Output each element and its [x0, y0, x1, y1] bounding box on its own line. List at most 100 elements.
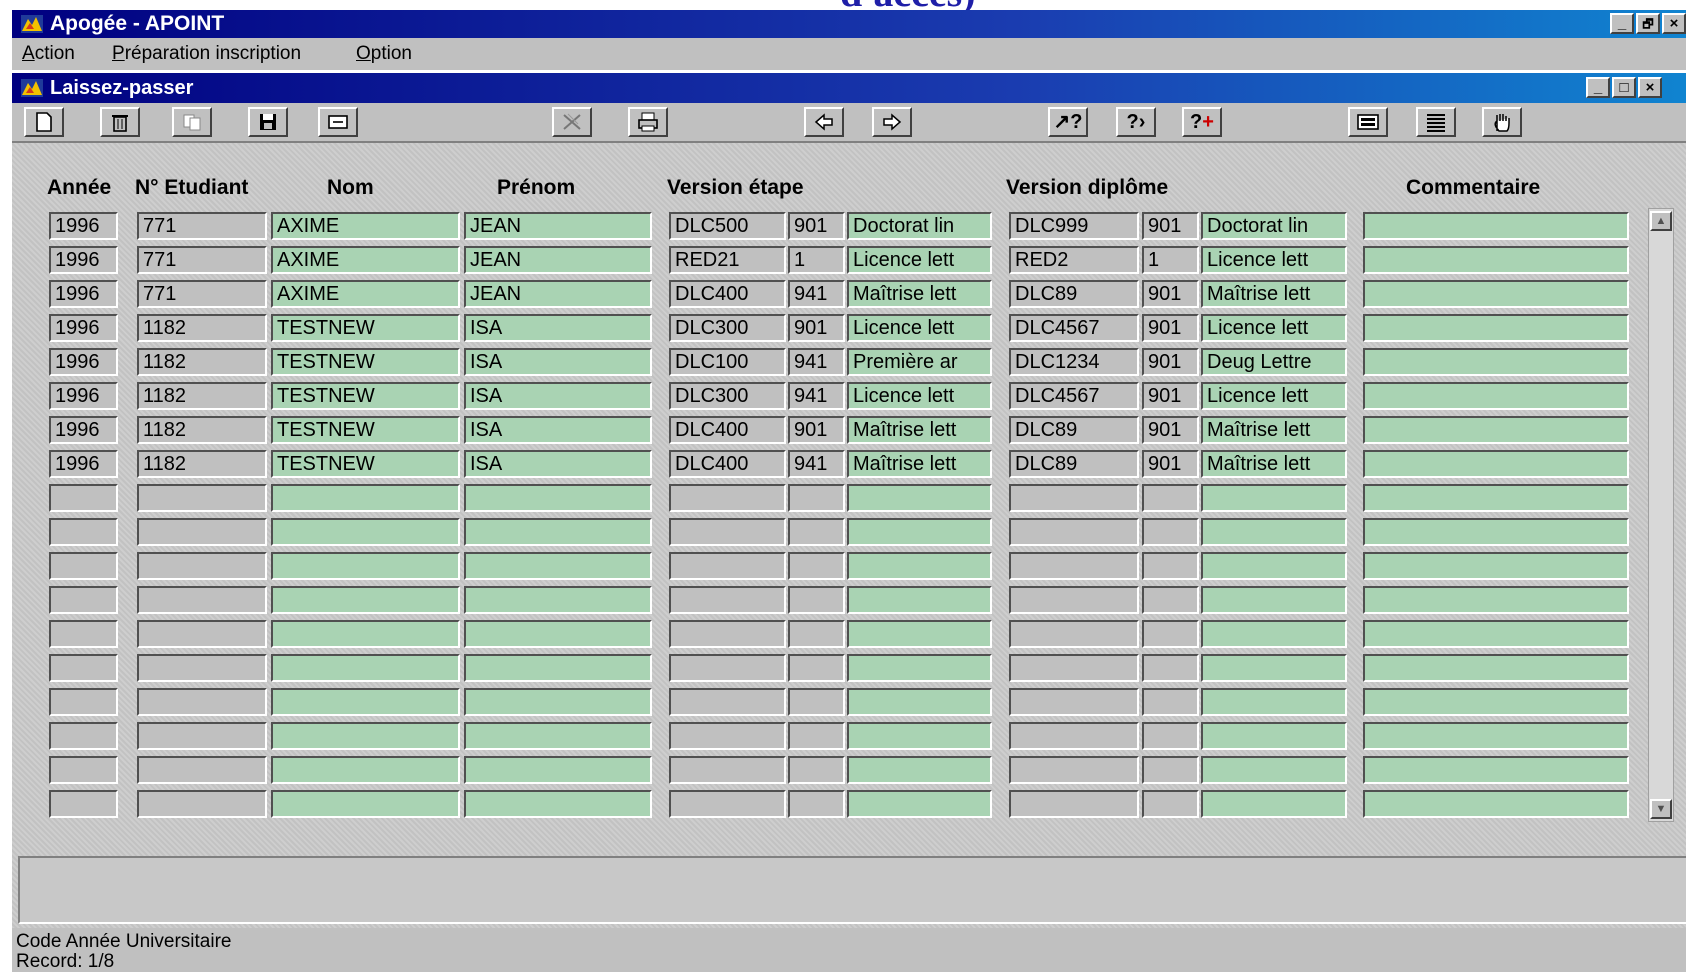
cell-prenom[interactable]: JEAN: [464, 246, 652, 274]
cell-etape-code[interactable]: [669, 518, 786, 546]
cell-diplome-version[interactable]: [1142, 756, 1199, 784]
cell-num-etudiant[interactable]: [137, 518, 267, 546]
cell-nom[interactable]: TESTNEW: [271, 348, 460, 376]
cell-etape-libelle[interactable]: [847, 654, 992, 682]
cell-diplome-libelle[interactable]: [1201, 790, 1347, 818]
cell-etape-version[interactable]: 901: [788, 416, 845, 444]
cell-diplome-version[interactable]: [1142, 620, 1199, 648]
cell-prenom[interactable]: ISA: [464, 450, 652, 478]
cell-prenom[interactable]: ISA: [464, 314, 652, 342]
cell-diplome-version[interactable]: [1142, 484, 1199, 512]
cell-diplome-version[interactable]: 901: [1142, 382, 1199, 410]
cell-diplome-version[interactable]: [1142, 654, 1199, 682]
cell-diplome-version[interactable]: 901: [1142, 416, 1199, 444]
cell-diplome-code[interactable]: DLC89: [1009, 450, 1139, 478]
cell-etape-version[interactable]: [788, 654, 845, 682]
cell-prenom[interactable]: [464, 586, 652, 614]
cell-etape-version[interactable]: 941: [788, 382, 845, 410]
cell-diplome-libelle[interactable]: Deug Lettre: [1201, 348, 1347, 376]
cell-etape-libelle[interactable]: [847, 756, 992, 784]
cell-diplome-libelle[interactable]: [1201, 484, 1347, 512]
cell-annee[interactable]: 1996: [49, 348, 118, 376]
cell-prenom[interactable]: ISA: [464, 382, 652, 410]
cell-diplome-code[interactable]: [1009, 654, 1139, 682]
cell-commentaire[interactable]: [1363, 280, 1629, 308]
cell-etape-code[interactable]: DLC400: [669, 450, 786, 478]
cell-commentaire[interactable]: [1363, 382, 1629, 410]
cell-etape-code[interactable]: [669, 586, 786, 614]
cell-num-etudiant[interactable]: [137, 484, 267, 512]
cell-etape-code[interactable]: RED21: [669, 246, 786, 274]
cell-prenom[interactable]: [464, 790, 652, 818]
cell-diplome-code[interactable]: [1009, 620, 1139, 648]
cell-nom[interactable]: TESTNEW: [271, 450, 460, 478]
cell-diplome-libelle[interactable]: [1201, 620, 1347, 648]
cell-annee[interactable]: 1996: [49, 382, 118, 410]
cell-diplome-code[interactable]: DLC999: [1009, 212, 1139, 240]
cell-commentaire[interactable]: [1363, 722, 1629, 750]
help-next-button[interactable]: ?›: [1116, 107, 1156, 137]
copy-button[interactable]: [172, 107, 212, 137]
cell-etape-libelle[interactable]: Maîtrise lett: [847, 450, 992, 478]
cell-diplome-code[interactable]: [1009, 586, 1139, 614]
cell-num-etudiant[interactable]: 771: [137, 246, 267, 274]
cell-etape-libelle[interactable]: Maîtrise lett: [847, 416, 992, 444]
cell-diplome-code[interactable]: DLC89: [1009, 416, 1139, 444]
cell-diplome-code[interactable]: [1009, 722, 1139, 750]
cell-nom[interactable]: AXIME: [271, 280, 460, 308]
cell-diplome-version[interactable]: [1142, 790, 1199, 818]
cell-etape-libelle[interactable]: Licence lett: [847, 314, 992, 342]
cell-annee[interactable]: 1996: [49, 246, 118, 274]
menu-option[interactable]: Option: [356, 38, 412, 70]
cell-nom[interactable]: TESTNEW: [271, 382, 460, 410]
cell-diplome-code[interactable]: [1009, 790, 1139, 818]
cell-prenom[interactable]: [464, 518, 652, 546]
cell-annee[interactable]: [49, 790, 118, 818]
cell-nom[interactable]: AXIME: [271, 212, 460, 240]
cell-prenom[interactable]: ISA: [464, 348, 652, 376]
cell-prenom[interactable]: [464, 552, 652, 580]
print-button[interactable]: [628, 107, 668, 137]
cell-annee[interactable]: 1996: [49, 314, 118, 342]
cell-etape-libelle[interactable]: [847, 552, 992, 580]
cell-diplome-code[interactable]: [1009, 688, 1139, 716]
cell-etape-version[interactable]: 941: [788, 348, 845, 376]
cell-num-etudiant[interactable]: [137, 790, 267, 818]
app-close-button[interactable]: ×: [1662, 13, 1686, 34]
cell-diplome-libelle[interactable]: Maîtrise lett: [1201, 416, 1347, 444]
cell-etape-code[interactable]: [669, 552, 786, 580]
form-maximize-button[interactable]: □: [1612, 77, 1636, 98]
cell-annee[interactable]: 1996: [49, 280, 118, 308]
cell-prenom[interactable]: [464, 654, 652, 682]
cell-nom[interactable]: [271, 484, 460, 512]
cell-diplome-libelle[interactable]: Maîtrise lett: [1201, 450, 1347, 478]
hand-button[interactable]: [1482, 107, 1522, 137]
cell-annee[interactable]: [49, 756, 118, 784]
cell-annee[interactable]: [49, 552, 118, 580]
cell-diplome-version[interactable]: [1142, 688, 1199, 716]
cell-etape-version[interactable]: [788, 518, 845, 546]
cell-nom[interactable]: [271, 722, 460, 750]
cell-nom[interactable]: [271, 688, 460, 716]
cell-etape-libelle[interactable]: Licence lett: [847, 246, 992, 274]
cell-etape-code[interactable]: DLC100: [669, 348, 786, 376]
cell-etape-code[interactable]: DLC500: [669, 212, 786, 240]
list-button[interactable]: [1416, 107, 1456, 137]
cell-num-etudiant[interactable]: 1182: [137, 450, 267, 478]
vertical-scrollbar[interactable]: ▲ ▼: [1648, 208, 1674, 822]
cell-etape-libelle[interactable]: [847, 518, 992, 546]
cell-diplome-version[interactable]: 901: [1142, 348, 1199, 376]
cell-nom[interactable]: [271, 654, 460, 682]
cell-etape-code[interactable]: [669, 620, 786, 648]
cell-commentaire[interactable]: [1363, 246, 1629, 274]
cell-diplome-libelle[interactable]: [1201, 586, 1347, 614]
cell-nom[interactable]: [271, 518, 460, 546]
cell-diplome-code[interactable]: [1009, 518, 1139, 546]
clear-record-button[interactable]: [318, 107, 358, 137]
cell-num-etudiant[interactable]: [137, 688, 267, 716]
scroll-down-button[interactable]: ▼: [1650, 799, 1672, 819]
cell-diplome-libelle[interactable]: [1201, 518, 1347, 546]
cell-etape-code[interactable]: [669, 756, 786, 784]
cell-commentaire[interactable]: [1363, 314, 1629, 342]
cell-diplome-code[interactable]: DLC4567: [1009, 382, 1139, 410]
